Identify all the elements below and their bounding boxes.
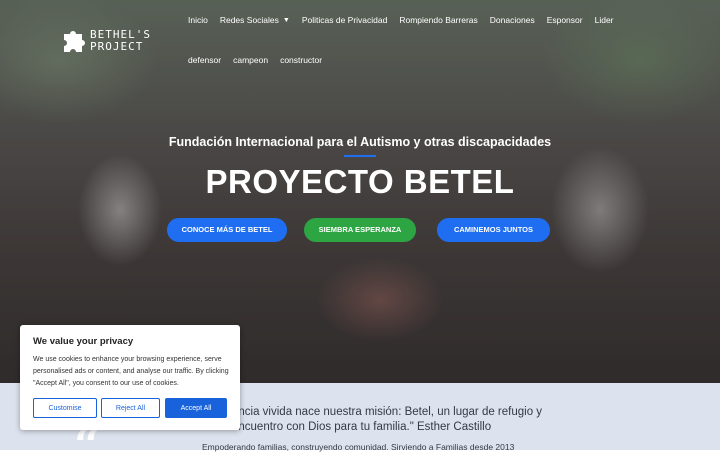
hero-subtitle: Fundación Internacional para el Autismo … — [168, 135, 552, 149]
reject-all-button[interactable]: Reject All — [101, 398, 160, 418]
mission-tagline: Empoderando familias, construyendo comun… — [202, 442, 515, 452]
nav-item-rompiendo-barreras[interactable]: Rompiendo Barreras — [393, 15, 483, 25]
puzzle-logo-icon — [64, 31, 85, 52]
nav-item-constructor[interactable]: constructor — [274, 55, 328, 65]
nav-label: Redes Sociales — [219, 15, 279, 25]
nav-item-politicas-de-privacidad[interactable]: Politicas de Privacidad — [296, 15, 394, 25]
nav-label: Rompiendo Barreras — [399, 15, 478, 25]
customise-button[interactable]: Customise — [33, 398, 97, 418]
cookie-description: We use cookies to enhance your browsing … — [33, 356, 229, 387]
chevron-down-icon: ▼ — [282, 16, 290, 24]
nav-label: Politicas de Privacidad — [301, 15, 388, 25]
hero-divider — [344, 155, 376, 157]
nav-label: defensor — [188, 55, 222, 65]
accept-all-button[interactable]: Accept All — [165, 398, 227, 418]
quote-mark-icon: “ — [74, 418, 101, 472]
nav-item-lider[interactable]: Lider — [589, 15, 620, 25]
quote-line-2: encuentro con Dios para tu familia." Est… — [232, 421, 492, 433]
nav-label: Lider — [594, 15, 614, 25]
mission-quote: encia vivida nace nuestra misión: Betel,… — [232, 405, 552, 435]
nav-label: campeon — [233, 55, 269, 65]
nav-label: Esponsor — [546, 15, 583, 25]
nav-label: Donaciones — [489, 15, 535, 25]
nav-row-2: defensor campeon constructor — [182, 50, 702, 70]
caminemos-juntos-button[interactable]: CAMINEMOS JUNTOS — [437, 218, 550, 242]
nav-item-campeon[interactable]: campeon — [227, 55, 274, 65]
cookie-title: We value your privacy — [33, 336, 134, 347]
nav-label: Inicio — [188, 15, 208, 25]
site-logo[interactable]: BETHEL'S PROJECT — [60, 24, 170, 58]
quote-line-1: encia vivida nace nuestra misión: Betel,… — [232, 406, 543, 418]
siembra-esperanza-button[interactable]: SIEMBRA ESPERANZA — [304, 218, 416, 242]
nav-label: constructor — [280, 55, 323, 65]
nav-item-redes-sociales[interactable]: Redes Sociales ▼ — [214, 15, 296, 25]
nav-item-defensor[interactable]: defensor — [182, 55, 227, 65]
nav-item-inicio[interactable]: Inicio — [182, 15, 214, 25]
logo-text: BETHEL'S PROJECT — [90, 29, 151, 53]
cookie-consent-banner: We value your privacy We use cookies to … — [20, 325, 240, 430]
nav-row-1: Inicio Redes Sociales ▼ Politicas de Priv… — [182, 10, 702, 30]
nav-item-esponsor[interactable]: Esponsor — [541, 15, 589, 25]
main-navigation: Inicio Redes Sociales ▼ Politicas de Priv… — [182, 10, 702, 90]
nav-item-donaciones[interactable]: Donaciones — [484, 15, 541, 25]
hero-title: PROYECTO BETEL — [205, 163, 515, 200]
conoce-mas-button[interactable]: CONOCE MÁS DE BETEL — [167, 218, 287, 242]
logo-line-2: PROJECT — [90, 40, 144, 53]
